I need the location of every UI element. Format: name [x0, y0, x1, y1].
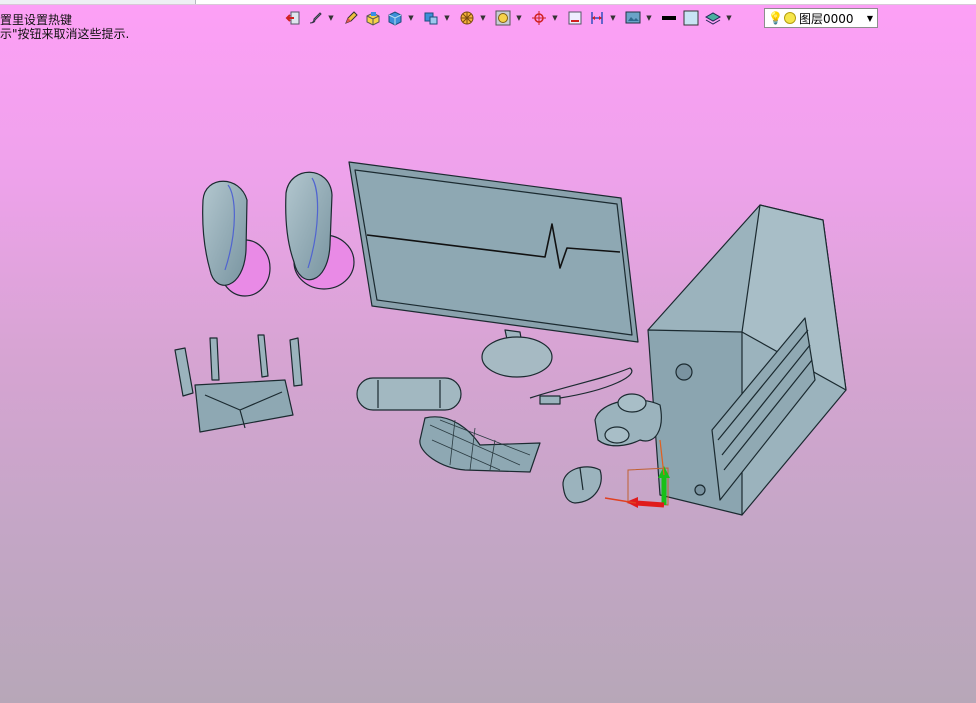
viewport-3d[interactable]: [0, 0, 976, 703]
speakers: [202, 171, 355, 297]
pc-tower: [647, 204, 847, 516]
usb-cable: [529, 367, 633, 405]
keyboard-mat: [419, 416, 541, 473]
game-controller: [594, 393, 662, 447]
mouse: [562, 466, 602, 504]
bluetooth-speaker: [356, 377, 462, 411]
monitor: [348, 161, 639, 378]
router: [174, 334, 303, 433]
